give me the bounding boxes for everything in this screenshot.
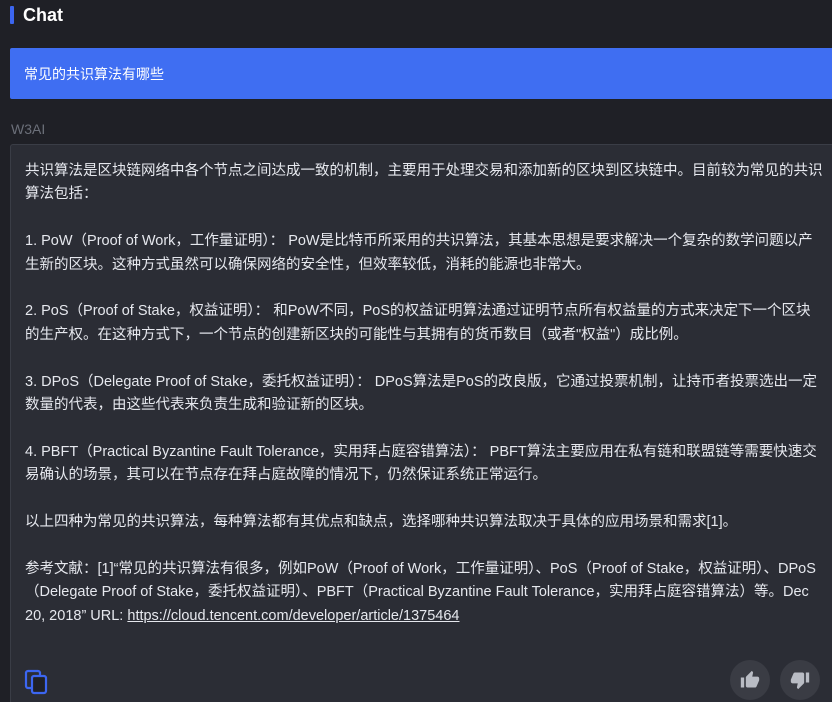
reference-paragraph: 参考文献：[1]“常见的共识算法有很多，例如PoW（Proof of Work，…	[25, 558, 825, 628]
response-paragraph: 以上四种为常见的共识算法，每种算法都有其优点和缺点，选择哪种共识算法取决于具体的…	[25, 514, 738, 531]
copy-button[interactable]	[24, 669, 48, 695]
response-paragraph: 1. PoW（Proof of Work，工作量证明）： PoW是比特币所采用的…	[25, 233, 813, 273]
assistant-response-body: 共识算法是区块链网络中各个节点之间达成一致的机制，主要用于处理交易和添加新的区块…	[25, 160, 825, 651]
like-button[interactable]	[730, 660, 770, 700]
assistant-name-label: W3AI	[11, 121, 46, 137]
response-paragraph: 4. PBFT（Practical Byzantine Fault Tolera…	[25, 443, 817, 484]
user-message-bubble: 常见的共识算法有哪些	[10, 48, 832, 99]
assistant-response-card: 共识算法是区块链网络中各个节点之间达成一致的机制，主要用于处理交易和添加新的区块…	[10, 144, 832, 702]
page-title: Chat	[23, 4, 63, 25]
thumbs-down-icon	[790, 672, 810, 690]
reference-link[interactable]: https://cloud.tencent.com/developer/arti…	[127, 608, 459, 624]
user-message-text: 常见的共识算法有哪些	[24, 66, 164, 83]
copy-icon	[24, 669, 48, 695]
chat-page: Chat 常见的共识算法有哪些 W3AI 共识算法是区块链网络中各个节点之间达成…	[0, 0, 832, 702]
thumbs-up-icon	[740, 670, 760, 688]
chat-header: Chat	[10, 4, 63, 26]
response-paragraph: 共识算法是区块链网络中各个节点之间达成一致的机制，主要用于处理交易和添加新的区块…	[25, 163, 823, 203]
header-accent-bar	[10, 6, 14, 24]
response-paragraph: 3. DPoS（Delegate Proof of Stake，委托权益证明）：…	[25, 373, 818, 414]
dislike-button[interactable]	[780, 660, 820, 700]
response-paragraph: 2. PoS（Proof of Stake，权益证明）： 和PoW不同，PoS的…	[25, 303, 811, 343]
